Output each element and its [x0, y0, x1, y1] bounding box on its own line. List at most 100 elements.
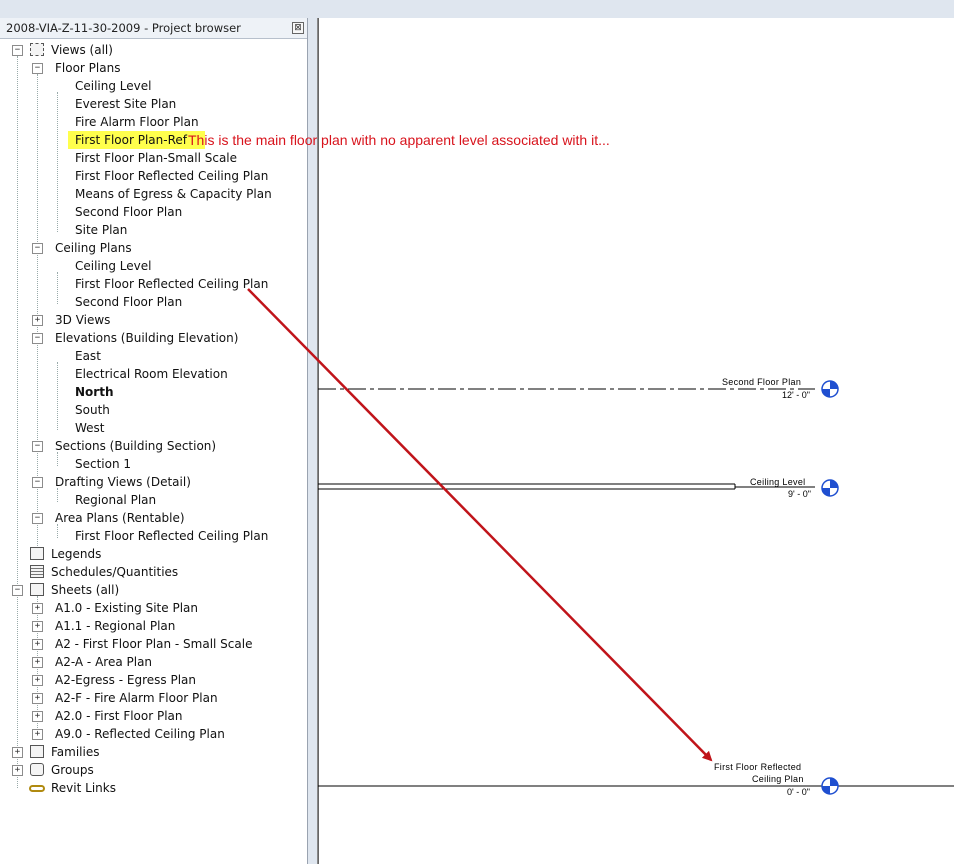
tree-label: First Floor Plan-Small Scale — [75, 151, 238, 165]
collapse-icon[interactable]: − — [32, 63, 43, 74]
sheets-icon — [30, 583, 44, 596]
tree-label: Means of Egress & Capacity Plan — [75, 187, 272, 201]
tree-item-sheet[interactable]: + A2-F - Fire Alarm Floor Plan — [0, 689, 300, 707]
tree-label: Regional Plan — [75, 493, 157, 507]
tree-node-groups[interactable]: + Groups — [0, 761, 300, 779]
tree-item-sheet[interactable]: + A2-Egress - Egress Plan — [0, 671, 300, 689]
collapse-icon[interactable]: − — [12, 45, 23, 56]
level-elevation-first-floor: 0' - 0" — [787, 787, 810, 797]
expand-icon[interactable]: + — [32, 711, 43, 722]
tree-label: Area Plans (Rentable) — [55, 511, 185, 525]
tree-label: A2.0 - First Floor Plan — [55, 709, 183, 723]
tree-node-3d-views[interactable]: + 3D Views — [0, 311, 300, 329]
tree-label: Groups — [51, 763, 94, 777]
expand-icon[interactable]: + — [32, 603, 43, 614]
tree-node-drafting-views[interactable]: − Drafting Views (Detail) — [0, 473, 300, 491]
tree-label: Electrical Room Elevation — [75, 367, 228, 381]
tree-label: A1.0 - Existing Site Plan — [55, 601, 198, 615]
tree-label: Fire Alarm Floor Plan — [75, 115, 199, 129]
tree-item-sheet[interactable]: + A2-A - Area Plan — [0, 653, 300, 671]
collapse-icon[interactable]: − — [32, 477, 43, 488]
collapse-icon[interactable]: − — [32, 243, 43, 254]
tree-node-sheets[interactable]: − Sheets (all) — [0, 581, 300, 599]
expand-icon[interactable]: + — [32, 675, 43, 686]
expand-icon[interactable]: + — [32, 693, 43, 704]
tree-label: West — [75, 421, 105, 435]
level-elevation-second-floor: 12' - 0" — [782, 390, 810, 400]
views-icon — [30, 43, 44, 56]
tree-node-floor-plans[interactable]: − Floor Plans — [0, 59, 300, 77]
tree-node-views-all[interactable]: − Views (all) — [0, 41, 300, 59]
tree-label: Second Floor Plan — [75, 205, 183, 219]
tree-label: East — [75, 349, 101, 363]
tree-label: Second Floor Plan — [75, 295, 183, 309]
schedule-icon — [30, 565, 44, 578]
families-icon — [30, 745, 44, 758]
tree-label: Section 1 — [75, 457, 132, 471]
tree-label: Ceiling Level — [75, 259, 152, 273]
annotation-text: This is the main floor plan with no appa… — [188, 132, 610, 148]
tree-label: North — [75, 385, 114, 399]
expand-icon[interactable]: + — [32, 639, 43, 650]
tree-item-sheet[interactable]: + A2 - First Floor Plan - Small Scale — [0, 635, 300, 653]
level-name-first-floor-line1: First Floor Reflected — [714, 762, 802, 772]
tree-node-families[interactable]: + Families — [0, 743, 300, 761]
tree-label: Floor Plans — [55, 61, 121, 75]
level-name-ceiling: Ceiling Level — [750, 477, 806, 487]
tree-item-sheet[interactable]: + A9.0 - Reflected Ceiling Plan — [0, 725, 300, 743]
tree-label: Sheets (all) — [51, 583, 120, 597]
tree-node-revit-links[interactable]: Revit Links — [0, 779, 300, 797]
tree-item-sheet[interactable]: + A1.0 - Existing Site Plan — [0, 599, 300, 617]
tree-label: Elevations (Building Elevation) — [55, 331, 239, 345]
tree-node-ceiling-plans[interactable]: − Ceiling Plans — [0, 239, 300, 257]
tree-label: A2-A - Area Plan — [55, 655, 153, 669]
tree-item-sheet[interactable]: + A2.0 - First Floor Plan — [0, 707, 300, 725]
tree-node-sections[interactable]: − Sections (Building Section) — [0, 437, 300, 455]
tree-label: A2 - First Floor Plan - Small Scale — [55, 637, 253, 651]
tree-node-legends[interactable]: Legends — [0, 545, 300, 563]
tree-label: Ceiling Level — [75, 79, 152, 93]
tree-label: First Floor Plan-Ref — [68, 131, 206, 149]
level-elevation-ceiling: 9' - 0" — [788, 489, 811, 499]
expand-icon[interactable]: + — [12, 747, 23, 758]
collapse-icon[interactable]: − — [32, 513, 43, 524]
tree-label: A1.1 - Regional Plan — [55, 619, 176, 633]
tree-node-elevations[interactable]: − Elevations (Building Elevation) — [0, 329, 300, 347]
tree-label: Schedules/Quantities — [51, 565, 179, 579]
tree-label: Legends — [51, 547, 102, 561]
tree-label: South — [75, 403, 110, 417]
expand-icon[interactable]: + — [32, 621, 43, 632]
tree-node-schedules[interactable]: Schedules/Quantities — [0, 563, 300, 581]
expand-icon[interactable]: + — [32, 315, 43, 326]
tree-item-sheet[interactable]: + A1.1 - Regional Plan — [0, 617, 300, 635]
expand-icon[interactable]: + — [12, 765, 23, 776]
tree-label: A2-Egress - Egress Plan — [55, 673, 196, 687]
expand-icon[interactable]: + — [32, 729, 43, 740]
collapse-icon[interactable]: − — [32, 333, 43, 344]
tree-label: A2-F - Fire Alarm Floor Plan — [55, 691, 218, 705]
tree-label: Sections (Building Section) — [55, 439, 217, 453]
project-browser-title: 2008-VIA-Z-11-30-2009 - Project browser — [6, 21, 241, 35]
tree-node-area-plans[interactable]: − Area Plans (Rentable) — [0, 509, 300, 527]
tree-label: Views (all) — [51, 43, 113, 57]
tree-label: First Floor Reflected Ceiling Plan — [75, 529, 269, 543]
collapse-icon[interactable]: − — [32, 441, 43, 452]
tree-label: A9.0 - Reflected Ceiling Plan — [55, 727, 225, 741]
tree-label: Site Plan — [75, 223, 128, 237]
tree-label: Families — [51, 745, 100, 759]
expand-icon[interactable]: + — [32, 657, 43, 668]
tree-label: Everest Site Plan — [75, 97, 177, 111]
collapse-icon[interactable]: − — [12, 585, 23, 596]
tree-label: First Floor Reflected Ceiling Plan — [75, 277, 269, 291]
groups-icon — [30, 763, 44, 776]
tree-label: Ceiling Plans — [55, 241, 132, 255]
project-browser-title-bar[interactable]: 2008-VIA-Z-11-30-2009 - Project browser … — [0, 18, 307, 39]
close-icon[interactable]: ⊠ — [292, 22, 304, 34]
tree-label: Drafting Views (Detail) — [55, 475, 191, 489]
tree-label: 3D Views — [55, 313, 111, 327]
tree-label: First Floor Reflected Ceiling Plan — [75, 169, 269, 183]
level-name-second-floor: Second Floor Plan — [722, 377, 802, 387]
legend-icon — [30, 547, 44, 560]
tree-label: Revit Links — [51, 781, 116, 795]
level-name-first-floor-line2: Ceiling Plan — [752, 774, 804, 784]
